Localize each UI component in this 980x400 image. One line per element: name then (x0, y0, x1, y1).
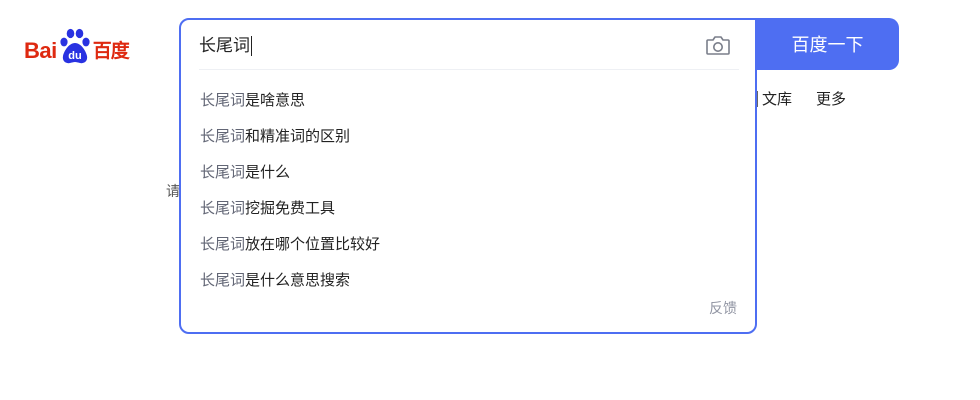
suggestion-item[interactable]: 长尾词和精准词的区别 (181, 118, 755, 154)
suggestion-rest: 是什么 (245, 163, 291, 181)
suggestion-item[interactable]: 长尾词挖掘免费工具 (181, 190, 755, 226)
logo-text-baidu-cn: 百度 (92, 40, 130, 62)
suggestion-rest: 是啥意思 (245, 91, 306, 109)
suggestion-item[interactable]: 长尾词是啥意思 (181, 82, 755, 118)
search-query-text: 长尾词 (199, 36, 250, 56)
paw-icon: du (58, 26, 92, 66)
text-caret (251, 36, 252, 56)
suggestion-prefix: 长尾词 (200, 199, 246, 217)
search-button[interactable]: 百度一下 (756, 18, 899, 70)
suggestion-rest: 和精准词的区别 (245, 127, 351, 145)
search-box: 长尾词 长尾词是啥意思 长尾词和精准词的区别 长尾词是什么 长尾词挖掘免费工具 … (179, 18, 757, 334)
suggestion-item[interactable]: 长尾词是什么 (181, 154, 755, 190)
logo-text-du: du (68, 50, 81, 62)
suggestion-list: 长尾词是啥意思 长尾词和精准词的区别 长尾词是什么 长尾词挖掘免费工具 长尾词放… (181, 82, 755, 298)
nav-item-wenku[interactable]: 文库 (762, 88, 792, 109)
suggestion-prefix: 长尾词 (200, 235, 246, 253)
suggestion-prefix: 长尾词 (200, 271, 246, 289)
suggestion-prefix: 长尾词 (200, 91, 246, 109)
search-input[interactable]: 长尾词 (199, 31, 699, 59)
feedback-link[interactable]: 反馈 (709, 298, 737, 318)
search-input-row: 长尾词 (181, 20, 755, 70)
logo-text-bai: Bai (24, 38, 57, 63)
camera-icon[interactable] (705, 34, 731, 56)
suggestion-prefix: 长尾词 (200, 163, 246, 181)
baidu-logo[interactable]: Bai du 百度 (24, 22, 164, 66)
top-nav: 文库 更多 (748, 88, 870, 109)
suggestion-item[interactable]: 长尾词是什么意思搜索 (181, 262, 755, 298)
baidu-search-page: Bai du 百度 文库 更多 请 长尾词 长尾词是啥意思 长尾词和精准词的区别… (0, 0, 980, 400)
hint-text-fragment: 请 (166, 184, 180, 200)
suggestion-item[interactable]: 长尾词放在哪个位置比较好 (181, 226, 755, 262)
suggestion-rest: 挖掘免费工具 (245, 199, 336, 217)
suggestion-rest: 放在哪个位置比较好 (245, 235, 381, 253)
suggestion-rest: 是什么意思搜索 (245, 271, 351, 289)
suggestion-prefix: 长尾词 (200, 127, 246, 145)
input-divider (199, 69, 739, 70)
nav-item-more[interactable]: 更多 (816, 88, 846, 109)
